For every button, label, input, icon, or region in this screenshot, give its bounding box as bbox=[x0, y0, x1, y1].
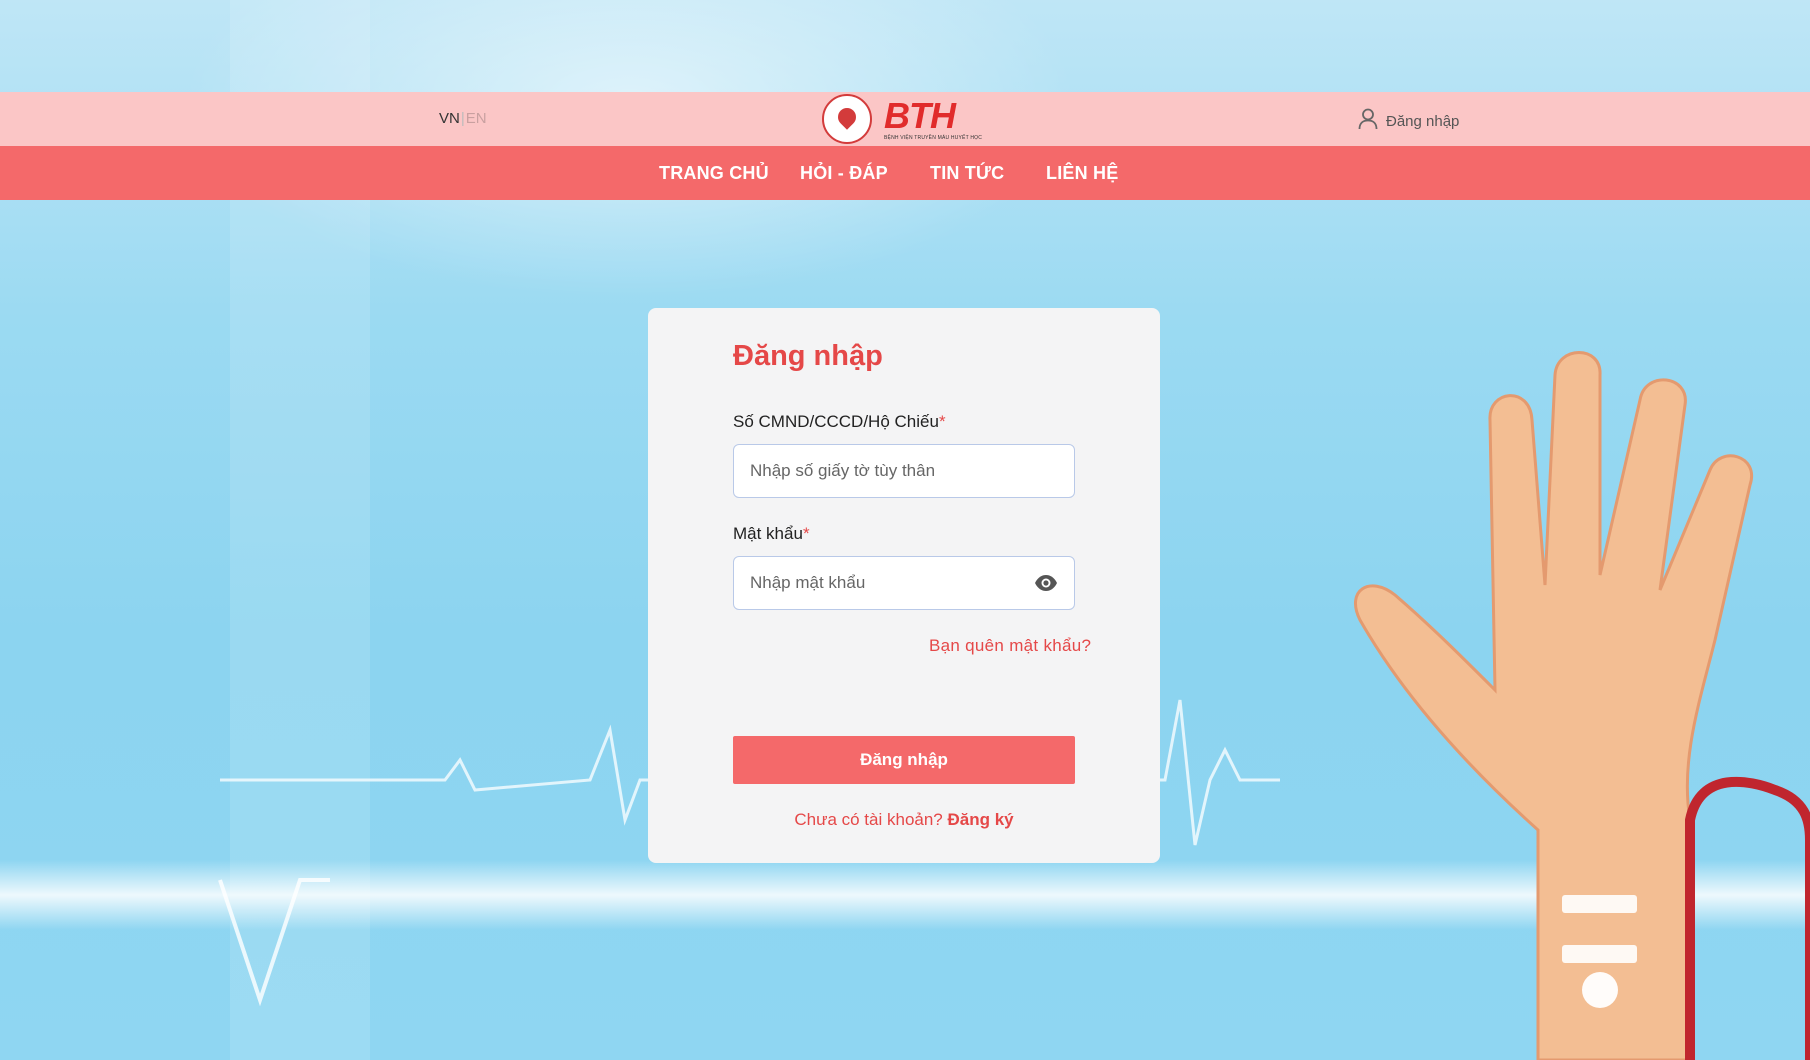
password-field-label: Mật khẩu* bbox=[733, 524, 810, 544]
top-bar: VN|EN BTH BỆNH VIỆN TRUYỀN MÁU HUYẾT HỌC… bbox=[0, 92, 1810, 146]
register-link[interactable]: Đăng ký bbox=[948, 810, 1014, 829]
lang-en[interactable]: EN bbox=[466, 110, 487, 127]
nav-item-home[interactable]: TRANG CHỦ bbox=[659, 163, 769, 184]
id-field-label: Số CMND/CCCD/Hộ Chiếu* bbox=[733, 412, 946, 432]
lang-vn[interactable]: VN bbox=[439, 110, 460, 127]
login-card: Đăng nhập Số CMND/CCCD/Hộ Chiếu* Mật khẩ… bbox=[648, 308, 1160, 863]
forgot-password-link[interactable]: Bạn quên mật khẩu? bbox=[929, 636, 1091, 656]
login-submit-button[interactable]: Đăng nhập bbox=[733, 736, 1075, 784]
login-title: Đăng nhập bbox=[733, 340, 883, 372]
password-field bbox=[733, 556, 1075, 610]
id-input[interactable] bbox=[734, 445, 1046, 497]
brand-mark: BTH bbox=[884, 94, 956, 136]
password-label-text: Mật khẩu bbox=[733, 524, 803, 543]
nav-item-faq[interactable]: HỎI - ĐÁP bbox=[800, 163, 888, 184]
user-icon bbox=[1358, 108, 1378, 134]
id-field bbox=[733, 444, 1075, 498]
site-logo[interactable]: BTH BỆNH VIỆN TRUYỀN MÁU HUYẾT HỌC bbox=[822, 92, 982, 146]
no-account-text: Chưa có tài khoản? bbox=[794, 810, 943, 829]
header-login-label: Đăng nhập bbox=[1386, 112, 1460, 130]
register-prompt: Chưa có tài khoản? Đăng ký bbox=[648, 810, 1160, 830]
required-mark: * bbox=[938, 412, 946, 431]
password-input[interactable] bbox=[734, 557, 1046, 609]
nav-item-news[interactable]: TIN TỨC bbox=[930, 163, 1004, 184]
required-mark: * bbox=[802, 524, 810, 543]
nav-item-contact[interactable]: LIÊN HỆ bbox=[1046, 163, 1118, 184]
eye-icon[interactable] bbox=[1034, 574, 1058, 597]
brand-subtitle: BỆNH VIỆN TRUYỀN MÁU HUYẾT HỌC bbox=[884, 134, 983, 141]
hand-illustration bbox=[1353, 351, 1810, 1060]
hospital-seal-icon bbox=[822, 94, 872, 144]
header-login-link[interactable]: Đăng nhập bbox=[1358, 108, 1459, 134]
lang-separator: | bbox=[460, 110, 465, 127]
language-switcher: VN|EN bbox=[439, 110, 487, 127]
main-nav: TRANG CHỦ HỎI - ĐÁP TIN TỨC LIÊN HỆ bbox=[0, 146, 1810, 200]
brand: BTH BỆNH VIỆN TRUYỀN MÁU HUYẾT HỌC bbox=[884, 94, 983, 141]
id-label-text: Số CMND/CCCD/Hộ Chiếu bbox=[733, 412, 939, 431]
